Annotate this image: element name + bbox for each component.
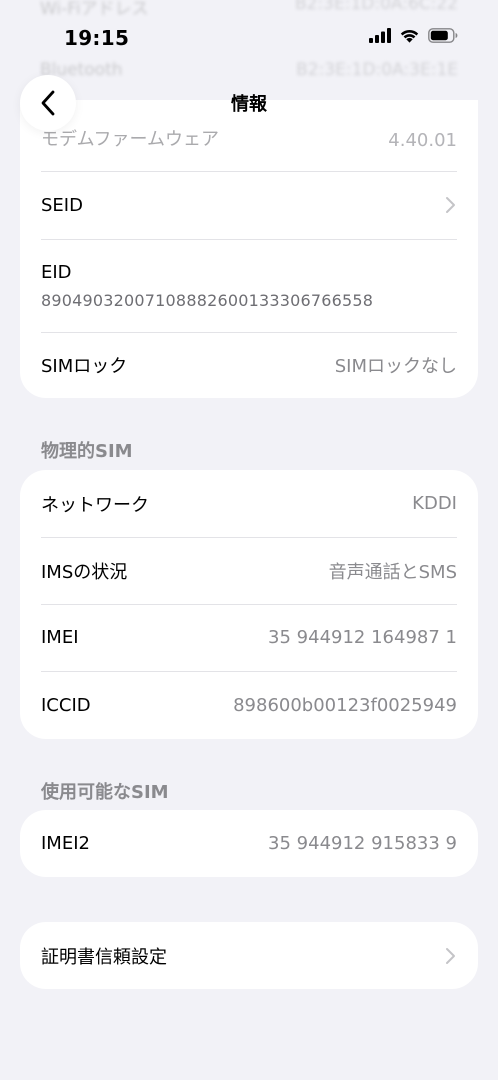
- network-row: ネットワーク KDDI: [20, 470, 478, 537]
- certificate-trust-row[interactable]: 証明書信頼設定: [20, 922, 478, 989]
- modem-firmware-value: 4.40.01: [388, 130, 457, 151]
- eid-row: EID 89049032007108882600133306766558: [20, 239, 478, 332]
- imei-value: 35 944912 164987 1: [268, 627, 457, 648]
- ims-status-label: IMSの状況: [41, 561, 128, 583]
- page-title: 情報: [231, 94, 267, 115]
- imei2-value: 35 944912 915833 9: [268, 833, 457, 854]
- physical-sim-header: 物理的SIM: [41, 441, 133, 462]
- sim-lock-value: SIMロックなし: [334, 356, 457, 377]
- network-label: ネットワーク: [41, 494, 149, 516]
- eid-label: EID: [41, 261, 72, 283]
- iccid-row: ICCID 898600b00123f0025949: [20, 671, 478, 739]
- status-icons: [369, 28, 458, 43]
- chevron-right-icon: [446, 947, 455, 964]
- ims-status-row: IMSの状況 音声通話とSMS: [20, 537, 478, 604]
- imei-row: IMEI 35 944912 164987 1: [20, 604, 478, 671]
- seid-row[interactable]: SEID: [20, 171, 478, 239]
- available-sim-header: 使用可能なSIM: [41, 782, 169, 803]
- cellular-signal-icon: [369, 28, 391, 43]
- eid-value: 89049032007108882600133306766558: [41, 290, 374, 310]
- sim-lock-label: SIMロック: [41, 356, 128, 377]
- iccid-label: ICCID: [41, 694, 91, 716]
- status-bar: 19:15: [0, 0, 498, 72]
- seid-label: SEID: [41, 194, 83, 216]
- ims-status-value: 音声通話とSMS: [328, 561, 457, 583]
- imei2-row: IMEI2 35 944912 915833 9: [20, 810, 478, 877]
- network-value: KDDI: [412, 493, 457, 514]
- certificate-trust-label: 証明書信頼設定: [41, 946, 167, 968]
- available-sim-card: IMEI2 35 944912 915833 9: [20, 810, 478, 877]
- modem-firmware-label: モデムファームウェア: [41, 129, 220, 150]
- physical-sim-card: ネットワーク KDDI IMSの状況 音声通話とSMS IMEI 35 9449…: [20, 470, 478, 739]
- iccid-value: 898600b00123f0025949: [233, 694, 457, 716]
- wifi-icon: [400, 29, 419, 43]
- sim-lock-row: SIMロック SIMロックなし: [20, 332, 478, 398]
- battery-icon: [428, 28, 458, 43]
- status-time: 19:15: [64, 26, 130, 50]
- info-card: モデムファームウェア 4.40.01 SEID EID 890490320071…: [20, 100, 478, 398]
- imei2-label: IMEI2: [41, 833, 90, 854]
- chevron-right-icon: [446, 197, 455, 213]
- certificate-card: 証明書信頼設定: [20, 922, 478, 989]
- imei-label: IMEI: [41, 627, 79, 648]
